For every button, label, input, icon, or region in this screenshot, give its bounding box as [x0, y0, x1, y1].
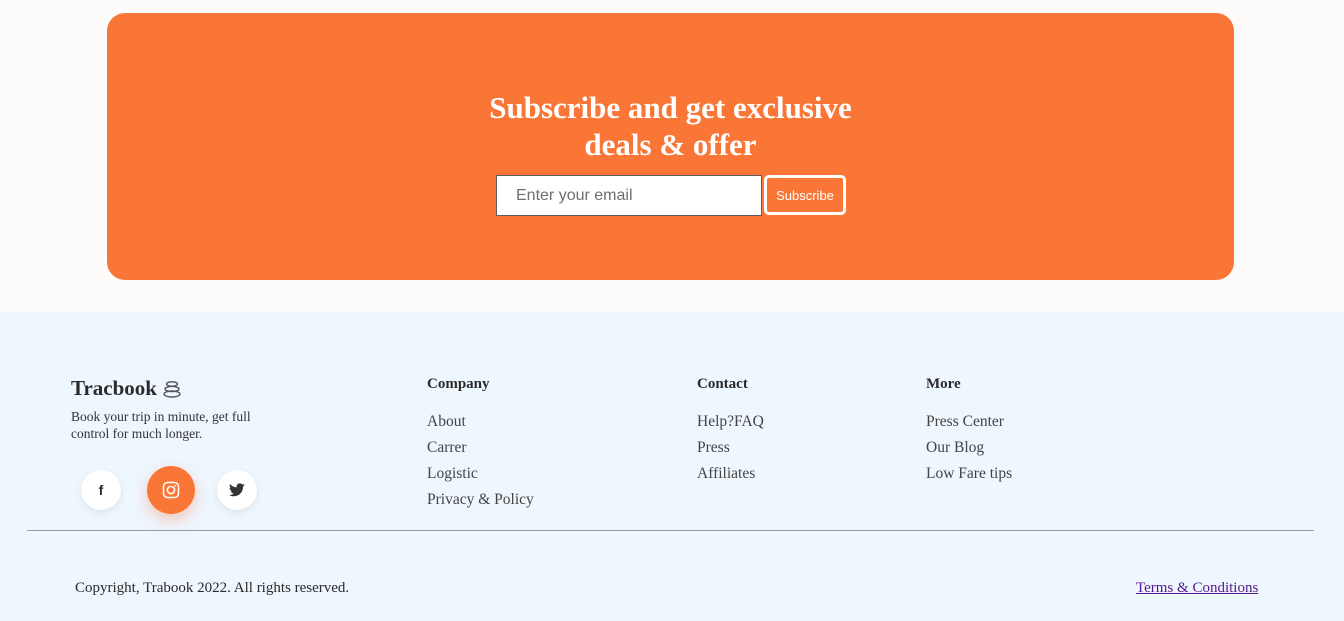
- facebook-icon: f: [98, 482, 104, 498]
- subscribe-title: Subscribe and get exclusive deals & offe…: [107, 89, 1234, 163]
- footer-column-company: Company About Carrer Logistic Privacy & …: [427, 376, 534, 513]
- footer-divider: [27, 530, 1314, 531]
- instagram-button[interactable]: [147, 466, 195, 514]
- column-title: Company: [427, 376, 490, 392]
- footer-link-low-fare-tips[interactable]: Low Fare tips: [926, 461, 1012, 487]
- footer-link-affiliates[interactable]: Affiliates: [697, 461, 764, 487]
- footer-link-our-blog[interactable]: Our Blog: [926, 435, 1012, 461]
- terms-link[interactable]: Terms & Conditions: [1136, 580, 1258, 597]
- footer-column-more: More Press Center Our Blog Low Fare tips: [926, 376, 1012, 487]
- stack-icon: [163, 380, 181, 398]
- subscribe-button[interactable]: Subscribe: [764, 175, 846, 215]
- footer: Tracbook Book your trip in minute, get f…: [0, 312, 1344, 621]
- twitter-button[interactable]: [217, 470, 257, 510]
- brand-logo: Tracbook: [71, 376, 183, 401]
- footer-link-logistic[interactable]: Logistic: [427, 461, 534, 487]
- footer-link-press-center[interactable]: Press Center: [926, 409, 1012, 435]
- facebook-button[interactable]: f: [81, 470, 121, 510]
- column-title: Contact: [697, 376, 748, 392]
- footer-link-about[interactable]: About: [427, 409, 534, 435]
- brand-name: Tracbook: [71, 376, 157, 400]
- instagram-icon: [162, 481, 180, 499]
- footer-link-press[interactable]: Press: [697, 435, 764, 461]
- footer-link-privacy-policy[interactable]: Privacy & Policy: [427, 487, 534, 513]
- footer-link-carrer[interactable]: Carrer: [427, 435, 534, 461]
- email-input[interactable]: [496, 175, 762, 216]
- copyright-text: Copyright, Trabook 2022. All rights rese…: [75, 580, 350, 596]
- column-title: More: [926, 376, 961, 392]
- subscribe-title-line1: Subscribe and get exclusive: [489, 90, 852, 125]
- tagline: Book your trip in minute, get full contr…: [71, 409, 251, 441]
- footer-link-help-faq[interactable]: Help?FAQ: [697, 409, 764, 435]
- subscribe-card: Subscribe and get exclusive deals & offe…: [107, 13, 1234, 280]
- subscribe-title-line2: deals & offer: [584, 127, 757, 162]
- footer-column-contact: Contact Help?FAQ Press Affiliates: [697, 376, 764, 487]
- twitter-icon: [229, 483, 245, 497]
